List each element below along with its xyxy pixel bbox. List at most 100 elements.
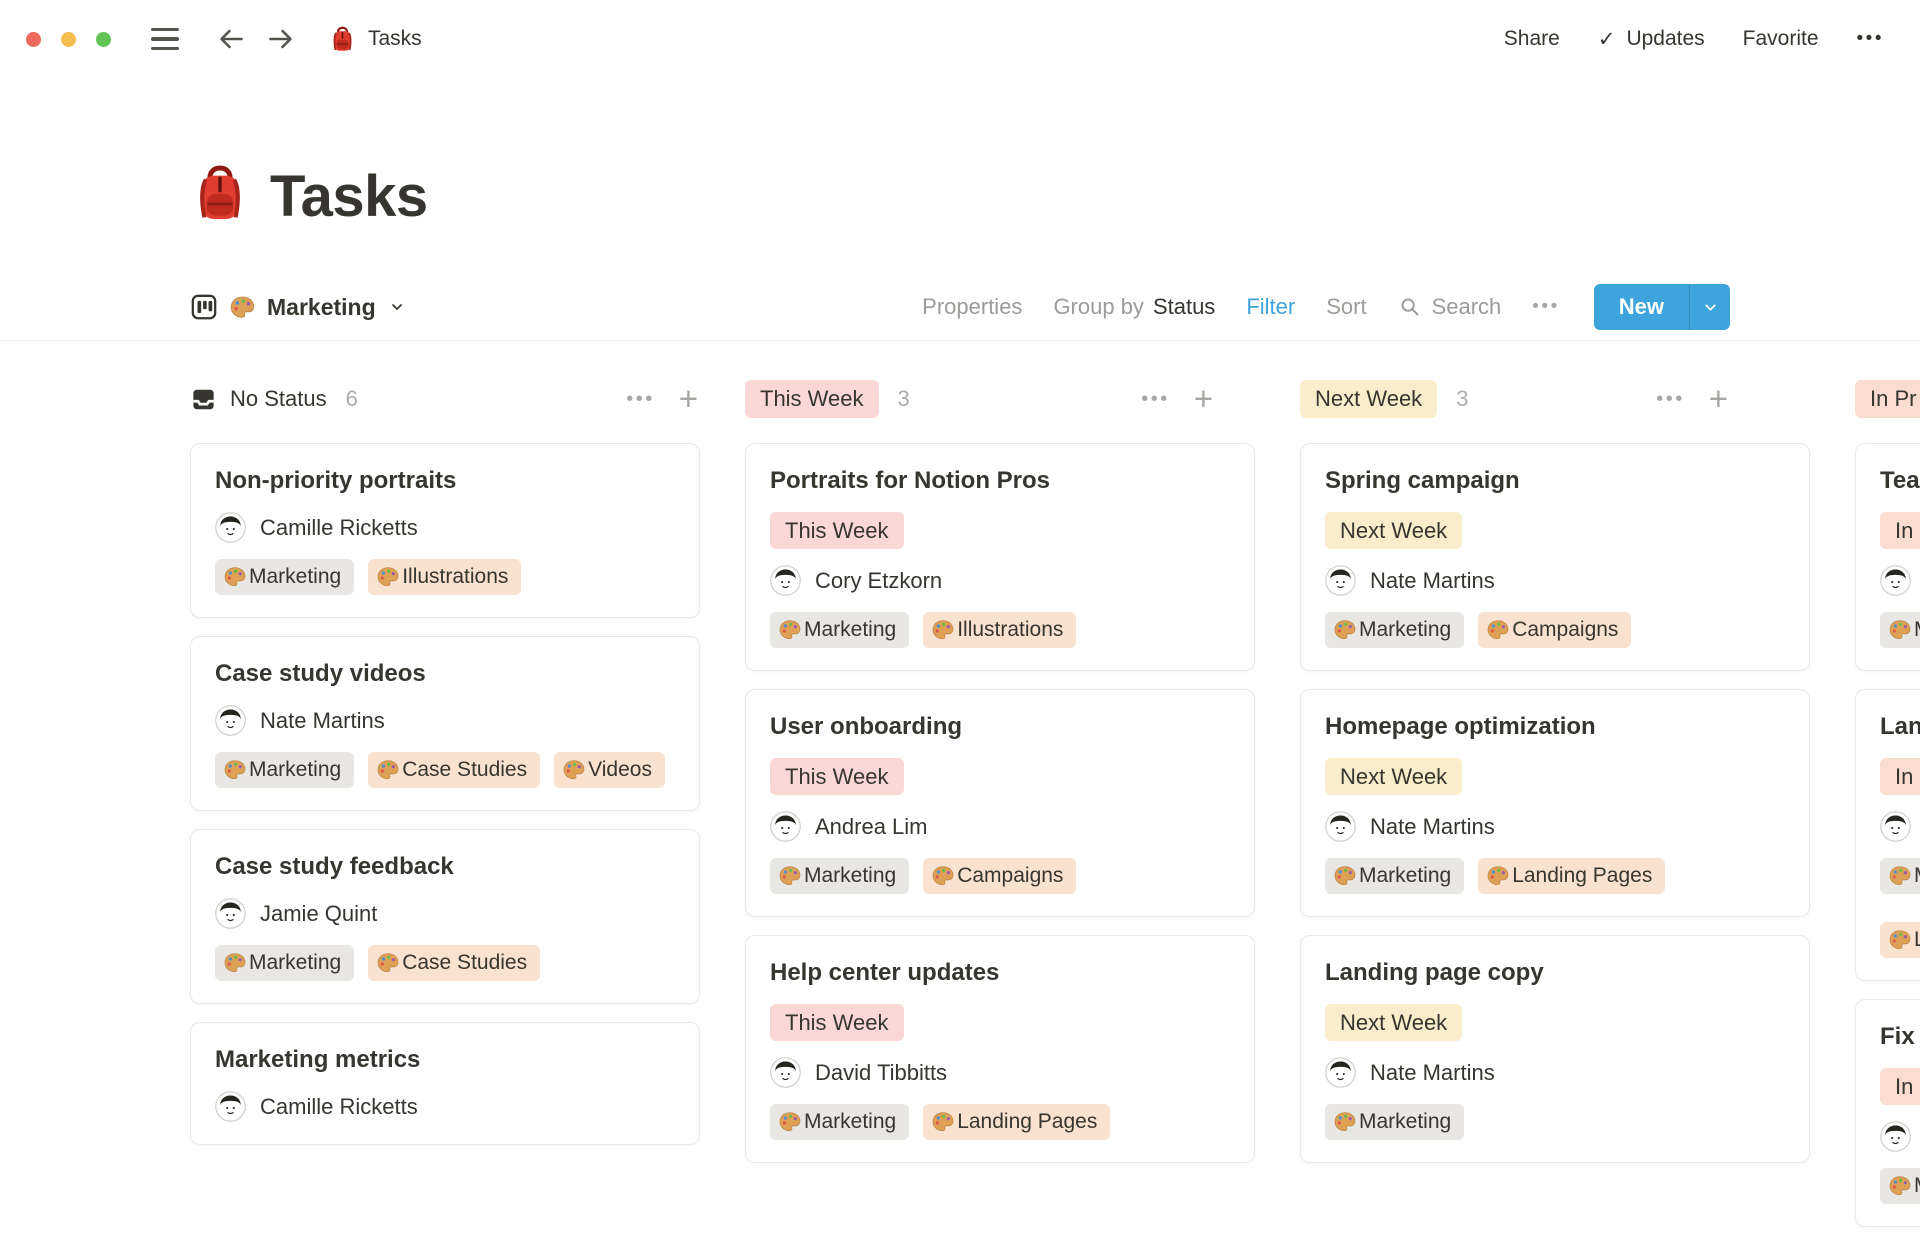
card-title: Help center updates [770,958,1230,988]
traffic-light-close[interactable] [26,32,41,47]
column-label[interactable]: This Week [745,380,879,418]
tag: Illustrations [923,612,1076,648]
tag-label: M [1914,864,1920,888]
page-title[interactable]: Tasks [270,165,428,229]
palette-icon [1888,928,1912,952]
task-card[interactable]: Portraits for Notion Pros This Week Cory… [745,443,1255,671]
backpack-icon [329,26,356,53]
column-label[interactable]: In Pr [1855,380,1920,418]
view-name: Marketing [267,294,376,321]
card-title: User onboarding [770,712,1230,742]
task-card[interactable]: Case study videos Nate Martins Marketing… [190,636,700,811]
palette-icon [376,951,400,975]
new-dropdown-button[interactable] [1690,299,1730,316]
card-title: Case study feedback [215,852,675,882]
tag-label: Case Studies [402,951,527,975]
tag-label: M [1914,1174,1920,1198]
page-header: Tasks [190,164,1730,229]
tag-label: Illustrations [957,618,1063,642]
column-label[interactable]: No Status [230,386,327,412]
task-card[interactable]: Marketing metrics Camille Ricketts [190,1022,700,1145]
palette-icon [931,1110,955,1134]
group-by-label: Group by [1053,294,1144,319]
task-card[interactable]: Fix s In P D M [1855,999,1920,1227]
sidebar-menu-icon[interactable] [151,28,179,50]
filter-button[interactable]: Filter [1246,294,1295,320]
status-badge: In P [1880,758,1920,795]
tag-label: Campaigns [957,864,1063,888]
palette-icon [778,618,802,642]
group-by-button[interactable]: Group byStatus [1053,294,1215,320]
tag-label: Illustrations [402,565,508,589]
board-column: This Week 3 ••• + Portraits for Notion P… [745,380,1255,1181]
board-columns: No Status 6 ••• + Non-priority portraits… [0,341,1920,1245]
view-more-button[interactable]: ••• [1532,296,1559,318]
card-title: Portraits for Notion Pros [770,466,1230,496]
task-card[interactable]: Spring campaign Next Week Nate Martins M… [1300,443,1810,671]
tag: Marketing [215,559,354,595]
column-more-button[interactable]: ••• [1141,388,1170,411]
tag-label: Marketing [1359,1110,1451,1134]
avatar [1880,811,1911,842]
view-selector[interactable]: Marketing [190,293,405,321]
updates-button[interactable]: ✓ Updates [1598,27,1705,52]
tag: Marketing [1325,858,1464,894]
column-label[interactable]: Next Week [1300,380,1437,418]
task-card[interactable]: Help center updates This Week David Tibb… [745,935,1255,1163]
assignee: Jamie Quint [215,898,675,929]
task-card[interactable]: Landing page copy Next Week Nate Martins… [1300,935,1810,1163]
avatar [1880,1121,1911,1152]
breadcrumb-title[interactable]: Tasks [368,27,422,51]
avatar [215,898,246,929]
palette-icon [562,758,586,782]
forward-icon[interactable] [265,23,297,55]
column-more-button[interactable]: ••• [626,388,655,411]
palette-icon [931,618,955,642]
column-add-button[interactable]: + [1709,384,1728,414]
tag-label: Landing Pages [957,1110,1097,1134]
assignee: Nate Martins [215,705,675,736]
search-button[interactable]: Search [1398,294,1502,320]
tag: Illustrations [368,559,521,595]
assignee: Nate Martins [1325,1057,1785,1088]
column-add-button[interactable]: + [1194,384,1213,414]
palette-icon [1333,618,1357,642]
share-button[interactable]: Share [1504,27,1560,51]
task-card[interactable]: Case study feedback Jamie Quint Marketin… [190,829,700,1004]
search-icon [1398,295,1422,319]
new-button-label: New [1594,294,1689,320]
favorite-button[interactable]: Favorite [1743,27,1819,51]
assignee-name: Camille Ricketts [260,1094,418,1120]
more-menu-button[interactable]: ••• [1857,28,1884,50]
assignee: D [1880,1121,1920,1152]
task-card[interactable]: Homepage optimization Next Week Nate Mar… [1300,689,1810,917]
tag: M [1880,612,1920,648]
tag-label: Marketing [249,951,341,975]
properties-button[interactable]: Properties [922,294,1022,320]
column-add-button[interactable]: + [679,384,698,414]
tag-list: M [1880,612,1920,648]
tag: L [1880,922,1920,958]
backpack-icon[interactable] [190,164,250,229]
palette-icon [778,864,802,888]
avatar [215,512,246,543]
column-header: Next Week 3 ••• + [1300,380,1810,418]
back-icon[interactable] [215,23,247,55]
task-card[interactable]: Non-priority portraits Camille Ricketts … [190,443,700,618]
palette-icon [931,864,955,888]
task-card[interactable]: User onboarding This Week Andrea Lim Mar… [745,689,1255,917]
tag-label: Marketing [1359,864,1451,888]
card-title: Land [1880,712,1920,742]
card-list: Non-priority portraits Camille Ricketts … [190,443,700,1145]
palette-icon [1888,864,1912,888]
traffic-light-minimize[interactable] [61,32,76,47]
task-card[interactable]: Land In P C ML [1855,689,1920,981]
column-actions: ••• + [1656,384,1728,414]
sort-button[interactable]: Sort [1326,294,1366,320]
column-more-button[interactable]: ••• [1656,388,1685,411]
task-card[interactable]: Tear In P D M [1855,443,1920,671]
tag-label: Videos [588,758,652,782]
traffic-light-zoom[interactable] [96,32,111,47]
window-titlebar: Tasks Share ✓ Updates Favorite ••• [0,0,1920,78]
new-button[interactable]: New [1594,284,1730,330]
